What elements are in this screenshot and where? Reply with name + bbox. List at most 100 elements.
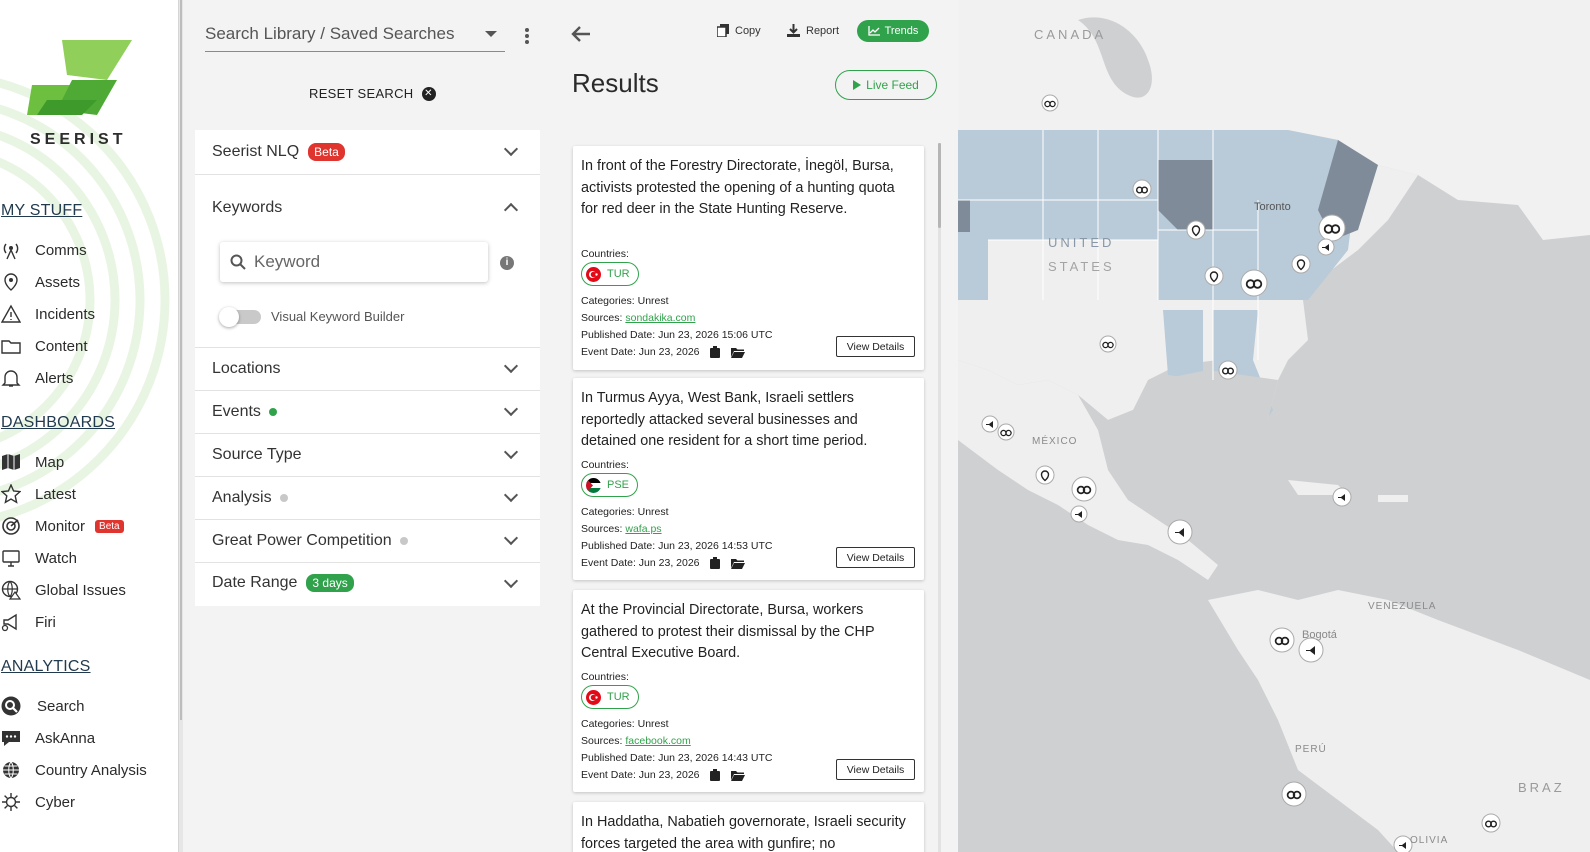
event-date-label: Event Date: [581,346,636,358]
sidebar: SEERIST MY STUFF Comms Assets Incidents … [0,0,178,852]
nav-label: Monitor [35,517,86,535]
country-chip[interactable]: TUR [581,262,639,286]
radar-icon [1,516,23,536]
page-title: Results [572,68,659,98]
copy-button[interactable]: Copy [717,24,761,37]
report-button[interactable]: Report [787,24,839,37]
result-card[interactable]: In front of the Forestry Directorate, İn… [573,146,924,370]
nav-map[interactable]: Map [1,452,64,472]
clipboard-icon[interactable] [710,769,721,782]
nav-country-analysis[interactable]: Country Analysis [1,760,147,780]
nav-askanna[interactable]: AskAnna [1,728,95,748]
event-date-value: Jun 23, 2026 [638,346,700,358]
published-row: Published Date: Jun 23, 2026 14:43 UTC [581,752,772,764]
result-card[interactable]: At the Provincial Directorate, Bursa, wo… [573,590,924,792]
chevron-up-icon[interactable] [503,202,519,218]
keyword-field[interactable] [220,242,488,282]
event-map[interactable]: CANADA UNITED STATES MÉXICO VENEZUELA PE… [958,0,1590,852]
analytics-heading[interactable]: ANALYTICS [1,658,91,676]
saved-searches-dropdown[interactable]: Search Library / Saved Searches [205,20,505,52]
chevron-down-icon [503,530,519,546]
categories-row: Categories: Unrest [581,718,669,730]
published-label: Published Date: [581,752,656,764]
countries-label: Countries: [581,248,629,260]
clipboard-icon[interactable] [710,557,721,570]
trends-button[interactable]: Trends [857,20,929,42]
nav-incidents[interactable]: Incidents [1,304,95,324]
accordion-events[interactable]: Events [195,391,540,434]
folder-open-icon[interactable] [731,770,746,781]
nav-latest[interactable]: Latest [1,484,76,504]
more-options-icon[interactable] [525,28,529,46]
accordion-date-range[interactable]: Date Range 3 days [195,563,540,606]
folder-open-icon[interactable] [731,347,746,358]
accordion-analysis[interactable]: Analysis [195,477,540,520]
source-link[interactable]: facebook.com [625,735,690,747]
my-stuff-heading[interactable]: MY STUFF [1,202,82,220]
country-chip[interactable]: PSE [581,473,639,497]
source-link[interactable]: sondakika.com [625,312,695,324]
scrollbar-thumb[interactable] [938,143,941,228]
nav-assets[interactable]: Assets [1,272,80,292]
accordion-keywords: Keywords i Visual Keyword Builder [195,175,540,348]
dashboards-heading[interactable]: DASHBOARDS [1,414,115,432]
results-panel: Copy Report Trends Results Live Feed In … [555,0,958,852]
info-icon[interactable]: i [500,256,514,270]
view-details-button[interactable]: View Details [836,547,915,568]
countries-label: Countries: [581,459,629,471]
nav-label: Search [37,697,85,715]
nav-alerts[interactable]: Alerts [1,368,73,388]
nav-search[interactable]: Search [1,696,85,716]
map-icon [1,452,23,472]
source-link[interactable]: wafa.ps [625,523,661,535]
nav-watch[interactable]: Watch [1,548,77,568]
nav-firi[interactable]: Firi [1,612,56,632]
nav-monitor[interactable]: Monitor Beta [1,516,124,536]
accordion-great-power-competition[interactable]: Great Power Competition [195,520,540,563]
nav-cyber[interactable]: Cyber [1,792,75,812]
visual-keyword-builder-toggle[interactable] [219,307,261,327]
accordion-seerist-nlq[interactable]: Seerist NLQ Beta [195,130,540,175]
reset-search-button[interactable]: RESET SEARCH ✕ [309,86,436,101]
map-label: VENEZUELA [1368,601,1437,612]
result-card[interactable]: In Haddatha, Nabatieh governorate, Israe… [573,802,924,852]
chevron-down-icon [503,444,519,460]
country-code: TUR [607,691,630,703]
map-label: OLIVIA [1410,835,1449,846]
keyword-input[interactable] [254,252,454,272]
nav-global-issues[interactable]: Global Issues [1,580,126,600]
result-title: At the Provincial Directorate, Bursa, wo… [581,602,875,661]
globe-warning-icon [1,580,23,600]
countries-label: Countries: [581,671,629,683]
folder-open-icon[interactable] [731,558,746,569]
back-arrow-icon[interactable] [571,22,591,48]
accordion-source-type[interactable]: Source Type [195,434,540,477]
country-chip[interactable]: TUR [581,685,639,709]
clipboard-icon[interactable] [710,346,721,359]
globe-icon [1,760,23,780]
map-canvas[interactable] [958,0,1590,852]
sources-label: Sources: [581,735,623,747]
event-date-label: Event Date: [581,557,636,569]
result-card[interactable]: In Turmus Ayya, West Bank, Israeli settl… [573,378,924,580]
live-feed-button[interactable]: Live Feed [835,70,937,100]
nav-comms[interactable]: Comms [1,240,87,260]
search-filters-panel: Search Library / Saved Searches RESET SE… [183,0,555,852]
active-status-dot [268,408,277,416]
turkey-flag-icon [586,689,601,705]
antenna-icon [1,240,23,260]
nav-label: Map [35,453,65,471]
accordion-keywords-header[interactable]: Keywords [212,199,282,217]
chevron-down-icon [503,141,519,157]
nav-label: Global Issues [35,581,126,599]
view-details-button[interactable]: View Details [836,336,915,357]
reset-search-label: RESET SEARCH [309,86,414,101]
nav-label: AskAnna [35,729,96,747]
accordion-locations[interactable]: Locations [195,348,540,391]
accordion-label: Great Power Competition [212,532,392,549]
results-scrollbar[interactable] [938,143,941,852]
sources-row: Sources: facebook.com [581,735,691,747]
view-details-button[interactable]: View Details [836,759,915,780]
nav-label: Incidents [35,305,96,323]
nav-content[interactable]: Content [1,336,88,356]
